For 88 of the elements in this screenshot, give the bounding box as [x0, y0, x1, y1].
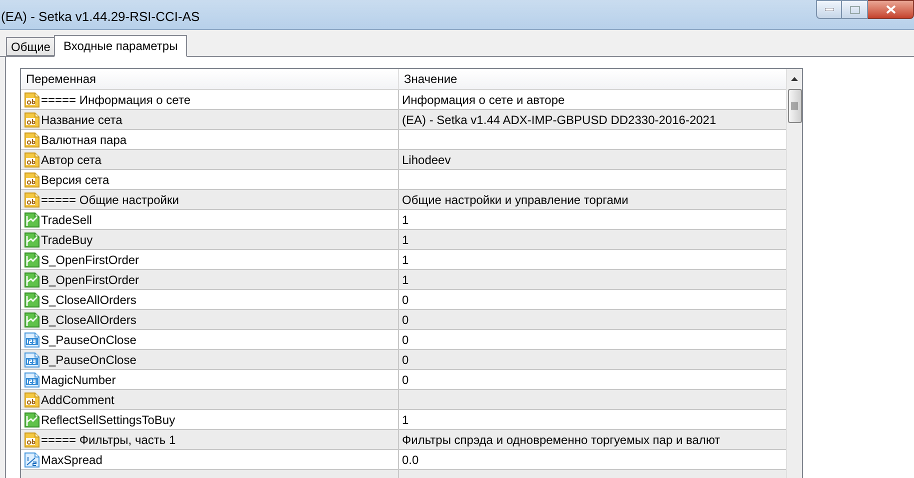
table-row[interactable]: Автор сета Lihodeev — [21, 150, 786, 170]
parameter-name: TradeBuy — [41, 232, 93, 248]
parameter-name: AddComment — [41, 392, 114, 408]
table-row[interactable]: S_OpenFirstOrder 1 — [21, 250, 786, 270]
text-type-icon — [24, 112, 40, 128]
minimize-icon — [824, 8, 834, 11]
text-type-icon — [24, 432, 40, 448]
chart-type-icon — [24, 412, 40, 428]
chart-type-icon — [24, 272, 40, 288]
minimize-button[interactable] — [816, 0, 842, 19]
table-row[interactable]: AddComment — [21, 390, 786, 410]
text-type-icon — [24, 92, 40, 108]
parameter-value: 0 — [402, 372, 409, 388]
parameter-value: 0 — [402, 292, 409, 308]
parameter-value: 1 — [402, 212, 409, 228]
parameter-value: Фильтры спрэда и одновременно торгуемых пар и валют — [402, 432, 720, 448]
grip-icon — [791, 102, 798, 110]
parameter-name: S_PauseOnClose — [41, 332, 136, 348]
table-row[interactable]: Название сета (EA) - Setka v1.44 ADX-IMP-GBPUSD DD2330-2016-2021 — [21, 110, 786, 130]
table-row[interactable]: TradeBuy 1 — [21, 230, 786, 250]
text-type-icon — [24, 132, 40, 148]
table-row[interactable]: ReflectSellSettingsToBuy 1 — [21, 410, 786, 430]
number-type-icon — [24, 372, 40, 388]
parameter-name: ===== Общие настройки — [41, 192, 179, 208]
parameter-value: Общие настройки и управление торгами — [402, 192, 628, 208]
parameter-name: S_OpenFirstOrder — [41, 252, 140, 268]
parameter-name: ===== Информация о сете — [41, 92, 190, 108]
parameter-name: MaxSpread — [41, 452, 102, 468]
number-type-icon — [24, 332, 40, 348]
parameter-name: B_PauseOnClose — [41, 352, 136, 368]
table-row[interactable]: S_CloseAllOrders 0 — [21, 290, 786, 310]
tab[interactable]: Входные параметры — [54, 35, 187, 57]
chart-type-icon — [24, 292, 40, 308]
fraction-type-icon — [24, 452, 40, 468]
table-row[interactable]: Версия сета — [21, 170, 786, 190]
chart-type-icon — [24, 212, 40, 228]
table-row[interactable]: ===== Фильтры, часть 1 Фильтры спрэда и одновременно торгуемых пар и валют — [21, 430, 786, 450]
close-icon — [886, 5, 896, 14]
table-row[interactable]: ===== Общие настройки Общие настройки и управление торгами — [21, 190, 786, 210]
table-row[interactable]: S_PauseOnClose 0 — [21, 330, 786, 350]
parameter-value: Lihodeev — [402, 152, 451, 168]
table-row[interactable]: MagicNumber 0 — [21, 370, 786, 390]
chart-type-icon — [24, 252, 40, 268]
parameter-value: (EA) - Setka v1.44 ADX-IMP-GBPUSD DD2330-2016-2021 — [402, 112, 716, 128]
text-type-icon — [24, 152, 40, 168]
maximize-button[interactable] — [842, 0, 868, 19]
parameter-name: TradeSell — [41, 212, 92, 228]
parameter-value: 1 — [402, 252, 409, 268]
scroll-up-icon — [791, 77, 798, 81]
parameter-value: 0 — [402, 312, 409, 328]
parameter-name: S_CloseAllOrders — [41, 292, 136, 308]
parameter-name: ===== Фильтры, часть 1 — [41, 432, 176, 448]
table-row[interactable]: B_OpenFirstOrder 1 — [21, 270, 786, 290]
scroll-thumb[interactable] — [788, 89, 802, 123]
table-row[interactable]: Валютная пара — [21, 130, 786, 150]
text-type-icon — [24, 172, 40, 188]
number-type-icon — [24, 352, 40, 368]
parameter-name: Название сета — [41, 112, 122, 128]
parameter-name: Версия сета — [41, 172, 110, 188]
window-title: (EA) - Setka v1.44.29-RSI-CCI-AS — [0, 8, 200, 26]
table-row[interactable]: ===== Информация о сете Информация о сете и авторе — [21, 90, 786, 110]
parameter-value: 1 — [402, 232, 409, 248]
column-header[interactable]: Значение — [399, 69, 786, 89]
table-row[interactable]: MaxSpread 0.0 — [21, 450, 786, 470]
maximize-icon — [850, 6, 860, 14]
parameter-name: Валютная пара — [41, 132, 127, 148]
parameter-name: Автор сета — [41, 152, 102, 168]
parameter-name: B_CloseAllOrders — [41, 312, 136, 328]
chart-type-icon — [24, 312, 40, 328]
parameter-value: 1 — [402, 272, 409, 288]
parameter-value: Информация о сете и авторе — [402, 92, 565, 108]
column-header[interactable]: Переменная — [21, 69, 399, 89]
parameter-value: 0 — [402, 352, 409, 368]
text-type-icon — [24, 192, 40, 208]
chart-type-icon — [24, 232, 40, 248]
close-button[interactable] — [868, 0, 914, 19]
table-row[interactable]: TradeSell 1 — [21, 210, 786, 230]
parameter-name: ReflectSellSettingsToBuy — [41, 412, 176, 428]
text-type-icon — [24, 392, 40, 408]
tab[interactable]: Общие — [6, 37, 54, 56]
parameter-value: 0 — [402, 332, 409, 348]
parameter-name: B_OpenFirstOrder — [41, 272, 140, 288]
parameter-value: 1 — [402, 412, 409, 428]
table-row[interactable]: B_CloseAllOrders 0 — [21, 310, 786, 330]
parameter-value: 0.0 — [402, 452, 419, 468]
table-row[interactable]: B_PauseOnClose 0 — [21, 350, 786, 370]
scrollbar[interactable] — [786, 69, 802, 478]
parameter-name: MagicNumber — [41, 372, 116, 388]
